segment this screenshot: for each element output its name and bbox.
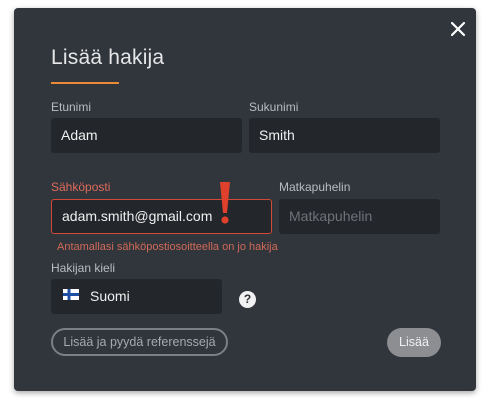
add-button[interactable]: Lisää xyxy=(387,328,441,357)
title-underline xyxy=(51,82,119,84)
add-applicant-dialog: Lisää hakija Etunimi Adam Sukunimi Smith… xyxy=(14,8,476,391)
email-field[interactable]: adam.smith@gmail.com xyxy=(51,199,272,234)
first-name-label: Etunimi xyxy=(51,100,92,114)
mobile-field[interactable]: Matkapuhelin xyxy=(279,199,440,234)
finland-flag-icon xyxy=(63,289,79,300)
error-exclamation-icon xyxy=(220,182,230,224)
last-name-label: Sukunimi xyxy=(249,100,299,114)
email-label: Sähköposti xyxy=(51,180,111,194)
language-select-value: Suomi xyxy=(90,288,130,304)
language-label: Hakijan kieli xyxy=(51,261,116,275)
email-error-message: Antamallasi sähköpostiosoitteella on jo … xyxy=(57,241,278,253)
add-and-request-references-button[interactable]: Lisää ja pyydä referenssejä xyxy=(51,328,228,356)
dialog-title: Lisää hakija xyxy=(51,46,165,69)
language-select[interactable]: Suomi xyxy=(51,279,254,314)
first-name-field[interactable]: Adam xyxy=(51,118,242,153)
help-icon[interactable]: ? xyxy=(239,291,256,308)
mobile-label: Matkapuhelin xyxy=(279,180,351,194)
close-icon[interactable] xyxy=(447,18,469,40)
last-name-field[interactable]: Smith xyxy=(249,118,440,153)
